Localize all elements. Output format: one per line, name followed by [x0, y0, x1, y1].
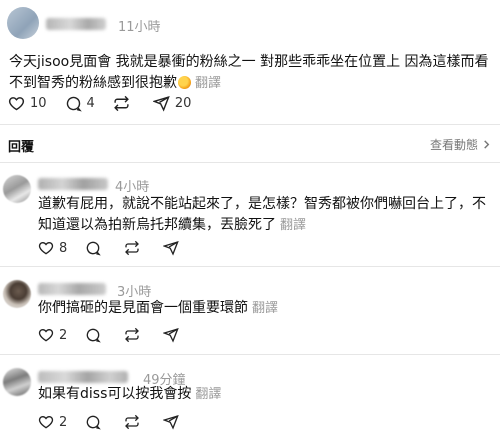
repost-icon	[125, 327, 140, 343]
heart-icon	[8, 97, 25, 111]
username-blurred[interactable]	[46, 18, 106, 30]
send-icon	[152, 96, 170, 112]
post-text: 今天jisoo見面會 我就是暴衝的粉絲之一 對那些乖乖坐在位置上 因為這樣而看不…	[9, 54, 489, 91]
repost-icon	[113, 95, 129, 112]
divider	[0, 266, 500, 267]
view-activity-link[interactable]: 查看動態	[430, 136, 491, 153]
repost-button[interactable]	[124, 414, 145, 430]
comment-button[interactable]	[85, 327, 106, 343]
comment-bubble-icon	[66, 96, 82, 112]
comment-text: 如果有diss可以按我會按	[38, 386, 192, 402]
chevron-right-icon	[484, 140, 490, 149]
repost-button[interactable]	[124, 240, 145, 256]
divider	[0, 162, 500, 163]
comment-text: 你們搞砸的是見面會一個重要環節	[38, 300, 248, 316]
like-button[interactable]: 8	[38, 240, 67, 256]
like-button[interactable]: 2	[38, 414, 67, 430]
post-timestamp: 11小時	[118, 20, 161, 35]
emoji-icon	[178, 76, 191, 89]
comment-timestamp: 4小時	[115, 180, 150, 195]
username-blurred[interactable]	[38, 371, 128, 383]
like-count: 2	[59, 327, 68, 343]
heart-icon	[38, 415, 54, 429]
like-button[interactable]: 2	[38, 327, 67, 343]
send-icon	[163, 240, 180, 256]
comment-bubble-icon	[87, 415, 102, 430]
send-icon	[163, 414, 180, 430]
comment-text: 道歉有屁用，就說不能站起來了，是怎樣？智秀都被你們嚇回台上了，不知道還以為拍新烏…	[38, 196, 486, 233]
comment-actions: 8	[38, 240, 202, 256]
avatar[interactable]	[3, 368, 31, 396]
comment-actions: 2	[38, 327, 202, 343]
replies-heading: 回覆	[8, 140, 35, 155]
share-count: 20	[174, 96, 192, 111]
comment-body: 道歉有屁用，就說不能站起來了，是怎樣？智秀都被你們嚇回台上了，不知道還以為拍新烏…	[38, 194, 494, 236]
share-button[interactable]	[163, 414, 184, 430]
comment-button[interactable]: 4	[65, 95, 95, 112]
comment-bubble-icon	[87, 241, 102, 256]
translate-link[interactable]: 翻譯	[195, 76, 221, 91]
repost-button[interactable]	[124, 327, 145, 343]
send-icon	[163, 327, 180, 343]
username-blurred[interactable]	[38, 178, 108, 190]
divider	[0, 354, 500, 355]
share-button[interactable]	[163, 240, 184, 256]
post-body: 今天jisoo見面會 我就是暴衝的粉絲之一 對那些乖乖坐在位置上 因為這樣而看不…	[9, 52, 497, 94]
post-actions: 10 4 20	[8, 95, 209, 112]
avatar[interactable]	[7, 7, 39, 39]
translate-link[interactable]: 翻譯	[280, 218, 306, 233]
heart-icon	[38, 241, 54, 255]
comment-count: 4	[86, 96, 95, 111]
repost-button[interactable]	[113, 95, 135, 112]
comment-body: 你們搞砸的是見面會一個重要環節 翻譯	[38, 298, 494, 319]
translate-link[interactable]: 翻譯	[195, 387, 221, 402]
heart-icon	[38, 328, 54, 342]
comment-body: 如果有diss可以按我會按 翻譯	[38, 384, 494, 405]
repost-icon	[125, 240, 140, 256]
like-count: 2	[59, 414, 68, 430]
comment-button[interactable]	[85, 240, 106, 256]
comment-actions: 2	[38, 414, 202, 430]
comment-bubble-icon	[87, 328, 102, 343]
avatar[interactable]	[3, 175, 31, 203]
repost-icon	[125, 414, 140, 430]
username-blurred[interactable]	[38, 283, 106, 295]
share-button[interactable]: 20	[152, 95, 192, 112]
avatar[interactable]	[3, 280, 31, 308]
like-button[interactable]: 10	[8, 95, 47, 112]
like-count: 10	[30, 96, 47, 111]
post-header: 11小時	[0, 0, 500, 44]
share-button[interactable]	[163, 327, 184, 343]
divider	[0, 124, 500, 125]
comment-button[interactable]	[85, 414, 106, 430]
view-activity-label: 查看動態	[429, 138, 478, 152]
like-count: 8	[59, 240, 68, 256]
translate-link[interactable]: 翻譯	[252, 301, 278, 316]
